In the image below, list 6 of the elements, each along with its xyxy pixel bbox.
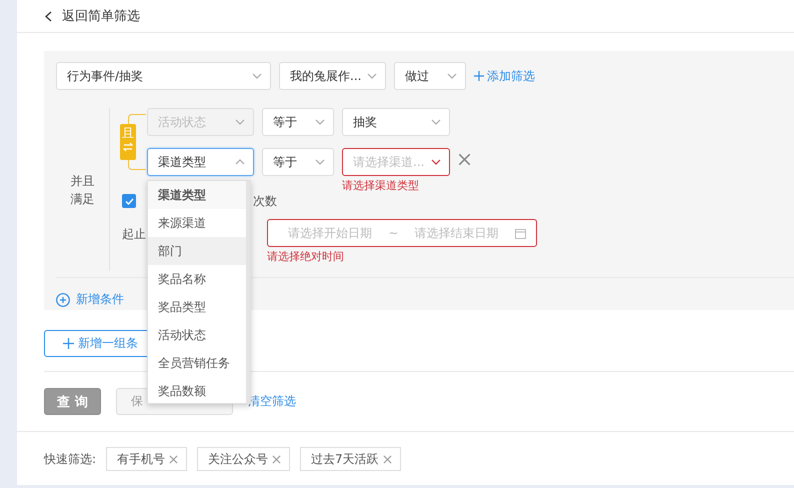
error-message: 请选择渠道类型 (342, 178, 420, 193)
date-label: 起止 (122, 226, 147, 243)
error-message: 请选择绝对时间 (267, 249, 345, 264)
count-label: 次数 (253, 192, 277, 210)
quick-filter-label: 快速筛选: (44, 450, 96, 468)
group-label: 并且满足 (70, 172, 96, 208)
